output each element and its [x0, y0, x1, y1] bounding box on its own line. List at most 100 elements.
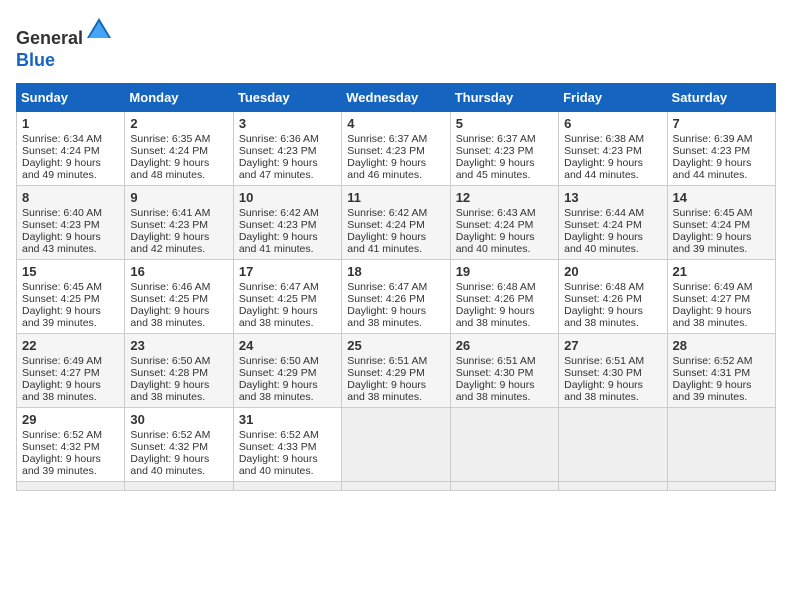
- col-monday: Monday: [125, 84, 233, 112]
- day-number: 26: [456, 338, 553, 353]
- sunset-label: Sunset: 4:23 PM: [130, 219, 208, 231]
- calendar-cell: 18 Sunrise: 6:47 AM Sunset: 4:26 PM Dayl…: [342, 260, 450, 334]
- calendar-cell: 25 Sunrise: 6:51 AM Sunset: 4:29 PM Dayl…: [342, 334, 450, 408]
- day-number: 1: [22, 116, 119, 131]
- calendar-cell: 24 Sunrise: 6:50 AM Sunset: 4:29 PM Dayl…: [233, 334, 341, 408]
- daylight-label: Daylight: 9 hours and 38 minutes.: [673, 305, 752, 329]
- sunset-label: Sunset: 4:23 PM: [22, 219, 100, 231]
- day-number: 12: [456, 190, 553, 205]
- calendar-cell: 8 Sunrise: 6:40 AM Sunset: 4:23 PM Dayli…: [17, 186, 125, 260]
- sunrise-label: Sunrise: 6:44 AM: [564, 207, 644, 219]
- header-row: Sunday Monday Tuesday Wednesday Thursday…: [17, 84, 776, 112]
- daylight-label: Daylight: 9 hours and 38 minutes.: [347, 379, 426, 403]
- calendar-cell: [559, 482, 667, 491]
- day-number: 21: [673, 264, 770, 279]
- calendar-row-0: 1 Sunrise: 6:34 AM Sunset: 4:24 PM Dayli…: [17, 112, 776, 186]
- day-number: 2: [130, 116, 227, 131]
- sunrise-label: Sunrise: 6:42 AM: [347, 207, 427, 219]
- sunset-label: Sunset: 4:26 PM: [347, 293, 425, 305]
- daylight-label: Daylight: 9 hours and 44 minutes.: [673, 157, 752, 181]
- sunrise-label: Sunrise: 6:52 AM: [239, 429, 319, 441]
- calendar-row-2: 15 Sunrise: 6:45 AM Sunset: 4:25 PM Dayl…: [17, 260, 776, 334]
- sunset-label: Sunset: 4:23 PM: [673, 145, 751, 157]
- sunrise-label: Sunrise: 6:47 AM: [347, 281, 427, 293]
- sunrise-label: Sunrise: 6:47 AM: [239, 281, 319, 293]
- daylight-label: Daylight: 9 hours and 43 minutes.: [22, 231, 101, 255]
- daylight-label: Daylight: 9 hours and 38 minutes.: [564, 305, 643, 329]
- sunrise-label: Sunrise: 6:38 AM: [564, 133, 644, 145]
- day-number: 23: [130, 338, 227, 353]
- sunrise-label: Sunrise: 6:51 AM: [347, 355, 427, 367]
- sunset-label: Sunset: 4:27 PM: [673, 293, 751, 305]
- day-number: 8: [22, 190, 119, 205]
- daylight-label: Daylight: 9 hours and 38 minutes.: [456, 305, 535, 329]
- daylight-label: Daylight: 9 hours and 39 minutes.: [673, 379, 752, 403]
- calendar-cell: 28 Sunrise: 6:52 AM Sunset: 4:31 PM Dayl…: [667, 334, 775, 408]
- sunset-label: Sunset: 4:24 PM: [130, 145, 208, 157]
- sunset-label: Sunset: 4:29 PM: [239, 367, 317, 379]
- calendar-cell: 10 Sunrise: 6:42 AM Sunset: 4:23 PM Dayl…: [233, 186, 341, 260]
- sunset-label: Sunset: 4:25 PM: [130, 293, 208, 305]
- sunrise-label: Sunrise: 6:51 AM: [564, 355, 644, 367]
- daylight-label: Daylight: 9 hours and 39 minutes.: [22, 305, 101, 329]
- day-number: 9: [130, 190, 227, 205]
- daylight-label: Daylight: 9 hours and 38 minutes.: [347, 305, 426, 329]
- daylight-label: Daylight: 9 hours and 42 minutes.: [130, 231, 209, 255]
- sunset-label: Sunset: 4:30 PM: [456, 367, 534, 379]
- calendar-cell: 14 Sunrise: 6:45 AM Sunset: 4:24 PM Dayl…: [667, 186, 775, 260]
- calendar-cell: [342, 482, 450, 491]
- daylight-label: Daylight: 9 hours and 39 minutes.: [22, 453, 101, 477]
- calendar-cell: 29 Sunrise: 6:52 AM Sunset: 4:32 PM Dayl…: [17, 408, 125, 482]
- sunset-label: Sunset: 4:32 PM: [130, 441, 208, 453]
- daylight-label: Daylight: 9 hours and 38 minutes.: [130, 379, 209, 403]
- daylight-label: Daylight: 9 hours and 44 minutes.: [564, 157, 643, 181]
- calendar-cell: [667, 482, 775, 491]
- calendar-cell: 7 Sunrise: 6:39 AM Sunset: 4:23 PM Dayli…: [667, 112, 775, 186]
- daylight-label: Daylight: 9 hours and 40 minutes.: [239, 453, 318, 477]
- sunrise-label: Sunrise: 6:36 AM: [239, 133, 319, 145]
- daylight-label: Daylight: 9 hours and 41 minutes.: [347, 231, 426, 255]
- calendar-cell: 15 Sunrise: 6:45 AM Sunset: 4:25 PM Dayl…: [17, 260, 125, 334]
- sunrise-label: Sunrise: 6:51 AM: [456, 355, 536, 367]
- sunrise-label: Sunrise: 6:52 AM: [130, 429, 210, 441]
- sunset-label: Sunset: 4:31 PM: [673, 367, 751, 379]
- logo-icon: [85, 16, 113, 44]
- sunset-label: Sunset: 4:25 PM: [22, 293, 100, 305]
- calendar-cell: 9 Sunrise: 6:41 AM Sunset: 4:23 PM Dayli…: [125, 186, 233, 260]
- sunrise-label: Sunrise: 6:40 AM: [22, 207, 102, 219]
- col-saturday: Saturday: [667, 84, 775, 112]
- day-number: 20: [564, 264, 661, 279]
- sunrise-label: Sunrise: 6:46 AM: [130, 281, 210, 293]
- sunrise-label: Sunrise: 6:50 AM: [130, 355, 210, 367]
- page-header: General Blue: [16, 16, 776, 71]
- sunset-label: Sunset: 4:23 PM: [564, 145, 642, 157]
- calendar-cell: 26 Sunrise: 6:51 AM Sunset: 4:30 PM Dayl…: [450, 334, 558, 408]
- calendar-cell: 27 Sunrise: 6:51 AM Sunset: 4:30 PM Dayl…: [559, 334, 667, 408]
- sunset-label: Sunset: 4:26 PM: [564, 293, 642, 305]
- logo-blue: Blue: [16, 50, 55, 70]
- day-number: 19: [456, 264, 553, 279]
- day-number: 18: [347, 264, 444, 279]
- col-thursday: Thursday: [450, 84, 558, 112]
- calendar-cell: [17, 482, 125, 491]
- sunset-label: Sunset: 4:24 PM: [673, 219, 751, 231]
- calendar-row-3: 22 Sunrise: 6:49 AM Sunset: 4:27 PM Dayl…: [17, 334, 776, 408]
- sunset-label: Sunset: 4:23 PM: [456, 145, 534, 157]
- calendar-cell: 1 Sunrise: 6:34 AM Sunset: 4:24 PM Dayli…: [17, 112, 125, 186]
- daylight-label: Daylight: 9 hours and 38 minutes.: [22, 379, 101, 403]
- sunrise-label: Sunrise: 6:39 AM: [673, 133, 753, 145]
- sunrise-label: Sunrise: 6:45 AM: [22, 281, 102, 293]
- calendar-cell: 16 Sunrise: 6:46 AM Sunset: 4:25 PM Dayl…: [125, 260, 233, 334]
- calendar-row-5: [17, 482, 776, 491]
- daylight-label: Daylight: 9 hours and 40 minutes.: [564, 231, 643, 255]
- calendar-cell: 4 Sunrise: 6:37 AM Sunset: 4:23 PM Dayli…: [342, 112, 450, 186]
- sunrise-label: Sunrise: 6:48 AM: [456, 281, 536, 293]
- day-number: 17: [239, 264, 336, 279]
- calendar-cell: 21 Sunrise: 6:49 AM Sunset: 4:27 PM Dayl…: [667, 260, 775, 334]
- sunrise-label: Sunrise: 6:34 AM: [22, 133, 102, 145]
- sunset-label: Sunset: 4:26 PM: [456, 293, 534, 305]
- day-number: 27: [564, 338, 661, 353]
- day-number: 14: [673, 190, 770, 205]
- calendar-cell: 20 Sunrise: 6:48 AM Sunset: 4:26 PM Dayl…: [559, 260, 667, 334]
- calendar-cell: 30 Sunrise: 6:52 AM Sunset: 4:32 PM Dayl…: [125, 408, 233, 482]
